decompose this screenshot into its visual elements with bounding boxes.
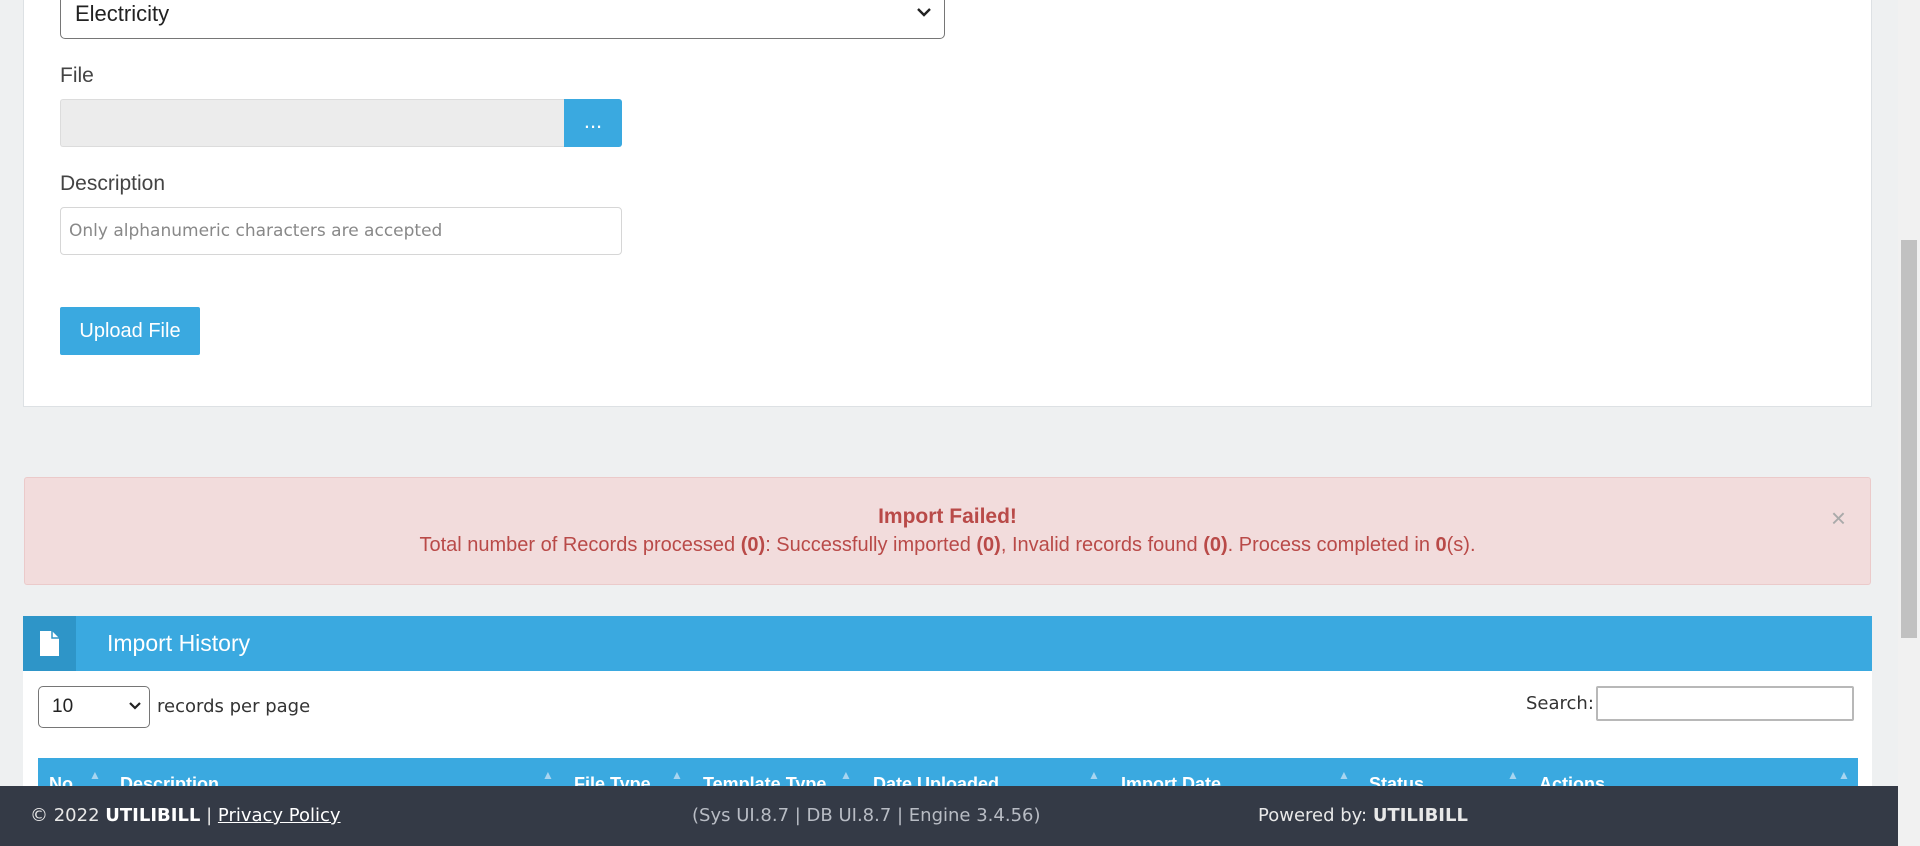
file-label: File (60, 64, 94, 87)
footer-version: (Sys UI.8.7 | DB UI.8.7 | Engine 3.4.56) (692, 805, 1041, 826)
description-label: Description (60, 172, 166, 195)
page-length-select[interactable]: 10 (38, 686, 150, 728)
sort-icon: ▲ (542, 768, 554, 782)
chevron-down-icon (127, 687, 143, 743)
alert-title: Import Failed! (878, 505, 1017, 528)
file-icon (23, 616, 76, 671)
sort-icon: ▲ (1088, 768, 1100, 782)
records-per-page-label: records per page (157, 696, 311, 717)
search-label: Search: (1526, 693, 1594, 714)
upload-form-card (23, 0, 1872, 407)
close-icon[interactable]: × (1831, 505, 1846, 531)
page-footer: © 2022 UTILIBILL | Privacy Policy (Sys U… (0, 786, 1898, 846)
chevron-down-icon (916, 0, 932, 57)
sort-icon: ▲ (1507, 768, 1519, 782)
sort-icon: ▲ (671, 768, 683, 782)
sort-icon: ▲ (840, 768, 852, 782)
import-history-title: Import History (107, 630, 251, 656)
page-scrollbar[interactable] (1898, 0, 1920, 846)
footer-powered-by: Powered by: UTILIBILL (1258, 805, 1468, 826)
footer-brand: UTILIBILL (105, 805, 201, 826)
alert-message: Total number of Records processed (0): S… (419, 534, 1476, 556)
sort-icon: ▲ (89, 768, 101, 782)
import-history-header: Import History (23, 616, 1872, 671)
file-path-input[interactable] (60, 99, 564, 147)
file-type-select[interactable]: Electricity (60, 0, 945, 39)
browse-file-button[interactable]: ... (564, 99, 622, 147)
footer-copyright: © 2022 UTILIBILL | Privacy Policy (30, 805, 341, 826)
search-input[interactable] (1596, 686, 1854, 721)
page-length-value: 10 (52, 696, 74, 717)
description-input[interactable]: Only alphanumeric characters are accepte… (60, 207, 622, 255)
import-failed-alert: Import Failed! Total number of Records p… (24, 477, 1871, 585)
file-type-select-value: Electricity (75, 1, 170, 26)
sort-icon: ▲ (1338, 768, 1350, 782)
scrollbar-thumb[interactable] (1901, 240, 1917, 638)
upload-file-button[interactable]: Upload File (60, 307, 200, 355)
privacy-policy-link[interactable]: Privacy Policy (218, 805, 341, 826)
sort-icon: ▲ (1838, 768, 1850, 782)
